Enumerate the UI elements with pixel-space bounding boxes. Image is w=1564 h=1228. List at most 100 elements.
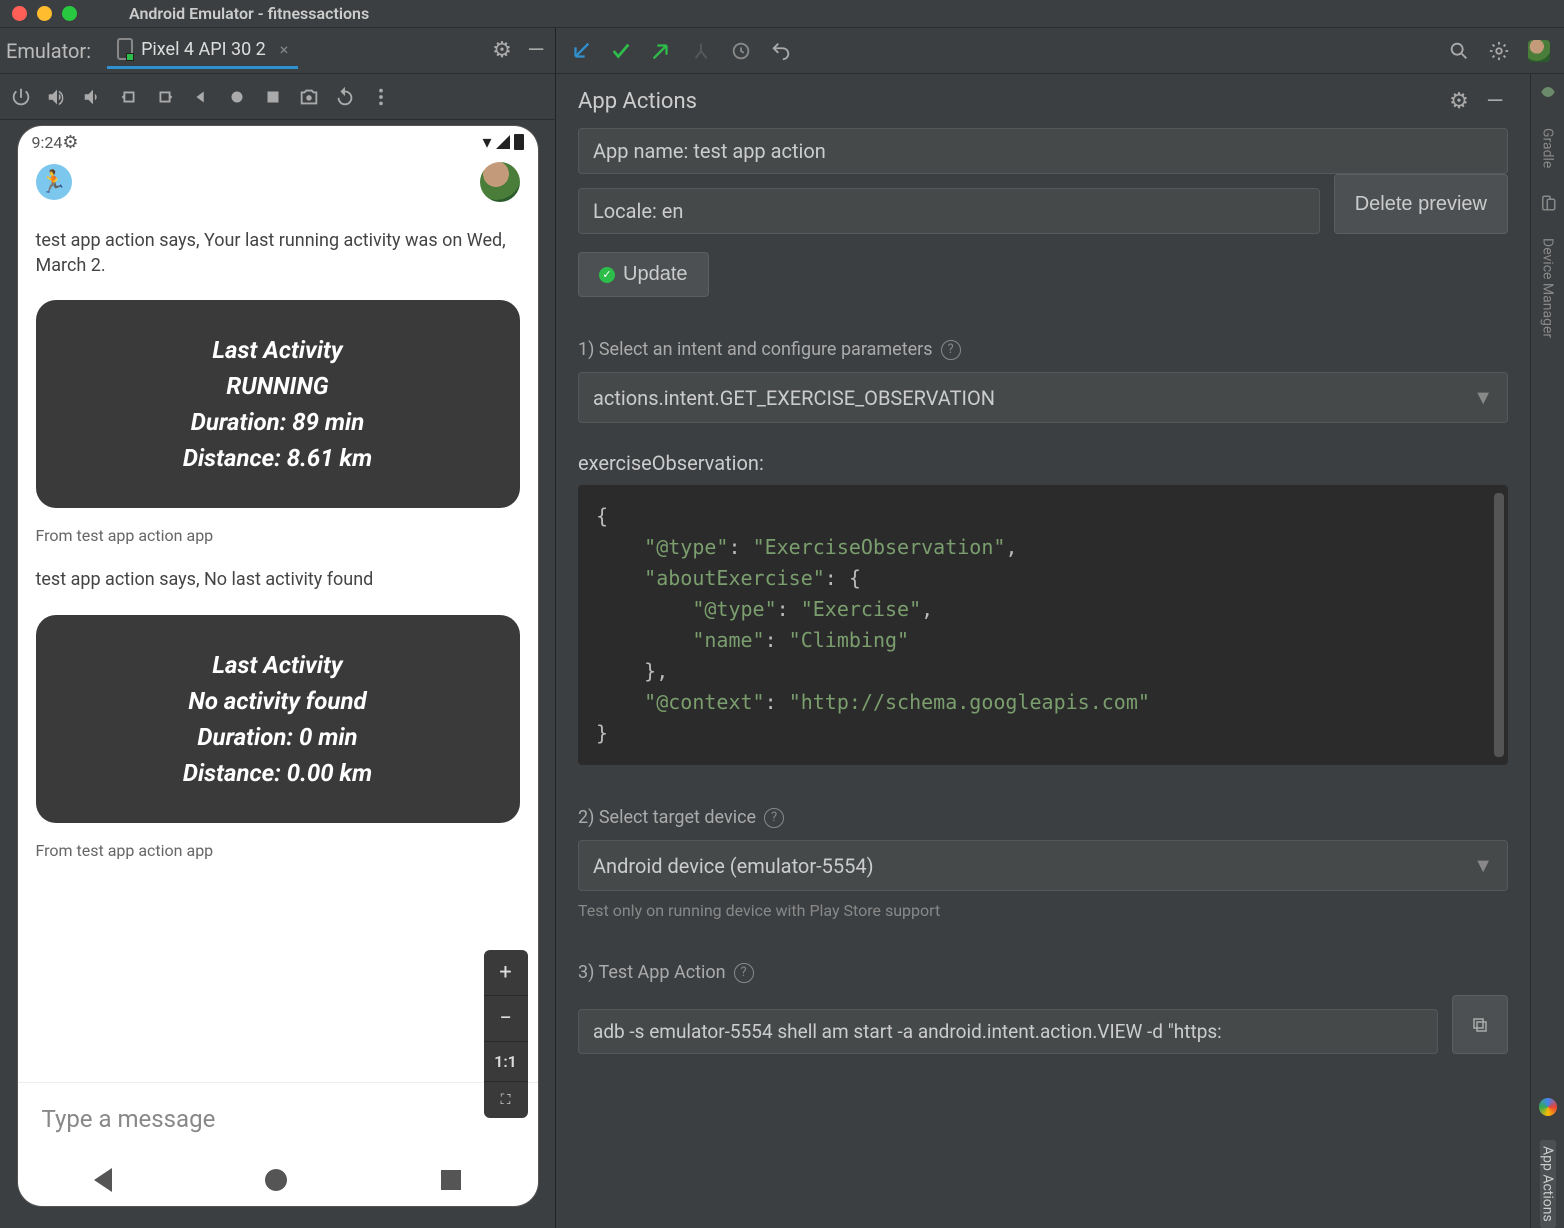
tab-device-manager[interactable]: Device Manager: [1540, 232, 1556, 344]
zoom-panel: + − 1:1 ⛶: [484, 950, 528, 1118]
back-icon[interactable]: [190, 86, 212, 108]
delete-preview-button[interactable]: Delete preview: [1334, 174, 1508, 234]
device-selected: Android device (emulator-5554): [593, 854, 874, 878]
activity-card-2[interactable]: Last Activity No activity found Duration…: [36, 615, 520, 823]
assistant-input[interactable]: Type a message: [18, 1082, 538, 1154]
android-statusbar: 9:24 ⚙ ▾: [18, 126, 538, 158]
android-navbar: [18, 1154, 538, 1206]
window-titlebar: Android Emulator - fitnessactions: [0, 0, 1564, 28]
card-title: Last Activity: [52, 336, 504, 364]
scrollbar[interactable]: [1494, 493, 1504, 757]
more-icon[interactable]: [370, 86, 392, 108]
window-traffic-lights[interactable]: [0, 6, 89, 21]
panel-minimize-icon[interactable]: —: [1482, 88, 1508, 114]
intent-dropdown[interactable]: actions.intent.GET_EXERCISE_OBSERVATION …: [578, 372, 1508, 423]
card-activity: RUNNING: [52, 372, 504, 400]
screenshot-icon[interactable]: [298, 86, 320, 108]
device-manager-icon[interactable]: [1539, 194, 1557, 212]
side-tabs: Gradle Device Manager App Actions: [1530, 74, 1564, 1228]
rotate-right-icon[interactable]: [154, 86, 176, 108]
emulator-label: Emulator:: [6, 39, 91, 63]
zoom-reset-button[interactable]: 1:1: [484, 1042, 528, 1082]
tab-gradle[interactable]: Gradle: [1540, 122, 1556, 174]
maximize-window-icon[interactable]: [62, 6, 77, 21]
nav-home-icon[interactable]: [265, 1169, 287, 1191]
expand-icon[interactable]: ⛶: [484, 1082, 528, 1118]
emulator-tab[interactable]: Pixel 4 API 30 2 ×: [107, 32, 298, 69]
search-icon[interactable]: [1448, 40, 1470, 62]
device-icon: [117, 38, 133, 60]
chevron-down-icon: ▼: [1473, 853, 1493, 878]
profile-avatar[interactable]: [1528, 40, 1550, 62]
card-distance: Distance: 8.61 km: [52, 444, 504, 472]
help-icon[interactable]: ?: [941, 340, 961, 360]
step2-label: 2) Select target device: [578, 807, 756, 828]
checkmark-icon[interactable]: [610, 40, 632, 62]
adb-command-field[interactable]: adb -s emulator-5554 shell am start -a a…: [578, 1009, 1438, 1054]
step1-label: 1) Select an intent and configure parame…: [578, 339, 933, 360]
help-icon[interactable]: ?: [734, 963, 754, 983]
wifi-icon: ▾: [482, 132, 491, 153]
intent-selected: actions.intent.GET_EXERCISE_OBSERVATION: [593, 386, 995, 410]
copy-button[interactable]: [1452, 995, 1508, 1054]
gradle-icon[interactable]: [1538, 82, 1558, 102]
app-name-field[interactable]: App name: test app action: [578, 128, 1508, 174]
assistant-text-1: test app action says, Your last running …: [36, 228, 520, 278]
user-avatar[interactable]: [480, 162, 520, 202]
status-time: 9:24: [32, 133, 63, 152]
locale-field[interactable]: Locale: en: [578, 188, 1320, 234]
tab-app-actions[interactable]: App Actions: [1540, 1140, 1556, 1228]
minimize-icon[interactable]: —: [523, 38, 549, 64]
close-window-icon[interactable]: [12, 6, 27, 21]
json-editor[interactable]: { "@type": "ExerciseObservation", "about…: [578, 485, 1508, 765]
status-gear-icon: ⚙: [62, 132, 78, 153]
history-icon[interactable]: [730, 40, 752, 62]
card-activity: No activity found: [52, 687, 504, 715]
restore-icon[interactable]: [334, 86, 356, 108]
panel-title: App Actions: [578, 89, 1436, 114]
signal-icon: [496, 135, 510, 149]
card-duration: Duration: 0 min: [52, 723, 504, 751]
zoom-out-button[interactable]: −: [484, 996, 528, 1042]
card-duration: Duration: 89 min: [52, 408, 504, 436]
input-placeholder: Type a message: [42, 1105, 216, 1133]
copy-icon: [1471, 1016, 1489, 1034]
nav-recent-icon[interactable]: [441, 1170, 461, 1190]
emulator-pane: Emulator: Pixel 4 API 30 2 × ⚙ —: [0, 28, 556, 1228]
undo-icon[interactable]: [770, 40, 792, 62]
nav-back-icon[interactable]: [94, 1168, 112, 1192]
assistant-text-2: test app action says, No last activity f…: [36, 567, 520, 592]
power-icon[interactable]: [10, 86, 32, 108]
device-hint: Test only on running device with Play St…: [578, 901, 1508, 920]
record-icon[interactable]: [226, 86, 248, 108]
stop-icon[interactable]: [262, 86, 284, 108]
app-actions-panel: App Actions ⚙ — App name: test app actio…: [556, 74, 1530, 1228]
minimize-window-icon[interactable]: [37, 6, 52, 21]
activity-card-1[interactable]: Last Activity RUNNING Duration: 89 min D…: [36, 300, 520, 508]
param-label: exerciseObservation:: [578, 451, 1508, 475]
rotate-left-icon[interactable]: [118, 86, 140, 108]
phone-screen[interactable]: 9:24 ⚙ ▾ 🏃 test app action says, Your la…: [18, 126, 538, 1206]
step3-label: 3) Test App Action: [578, 962, 726, 983]
card-source-2: From test app action app: [36, 841, 520, 860]
volume-down-icon[interactable]: [82, 86, 104, 108]
emulator-tab-label: Pixel 4 API 30 2: [141, 39, 266, 60]
assistant-icon[interactable]: [1539, 1098, 1557, 1116]
device-dropdown[interactable]: Android device (emulator-5554) ▼: [578, 840, 1508, 891]
zoom-in-button[interactable]: +: [484, 950, 528, 996]
card-source-1: From test app action app: [36, 526, 520, 545]
merge-icon[interactable]: [690, 40, 712, 62]
panel-gear-icon[interactable]: ⚙: [1446, 88, 1472, 114]
volume-up-icon[interactable]: [46, 86, 68, 108]
settings-gear-icon[interactable]: [1488, 40, 1510, 62]
close-tab-icon[interactable]: ×: [280, 40, 289, 59]
update-button[interactable]: ✓ Update: [578, 252, 709, 297]
gear-icon[interactable]: ⚙: [489, 38, 515, 64]
window-title: Android Emulator - fitnessactions: [129, 4, 369, 23]
chevron-down-icon: ▼: [1473, 385, 1493, 410]
battery-icon: [514, 134, 524, 150]
arrow-down-left-icon[interactable]: [570, 40, 592, 62]
check-icon: ✓: [599, 267, 615, 283]
help-icon[interactable]: ?: [764, 808, 784, 828]
arrow-up-right-icon[interactable]: [650, 40, 672, 62]
